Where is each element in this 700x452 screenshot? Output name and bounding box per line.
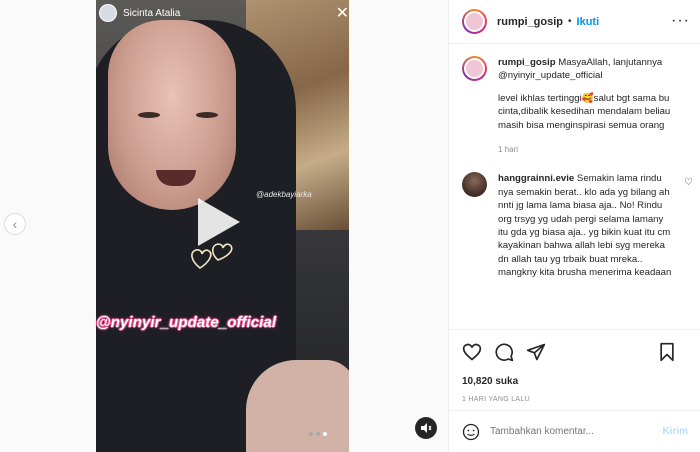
comment-composer: Kirim [449,410,700,452]
heart-icon[interactable] [462,342,482,362]
comment-item: hanggrainni.evie Semakin lama rindu nya … [462,172,693,279]
caption-time: 1 hari [498,145,519,155]
save-icon[interactable] [658,342,676,362]
header-username[interactable]: rumpi_gosip [497,16,563,28]
person-hand [246,360,349,452]
avatar[interactable] [462,9,487,34]
tag-overlay-text: @nyinyir_update_official [96,314,277,331]
story-header: Sicinta Atalia ✕ [96,0,349,26]
heart-icon[interactable]: ♡ [684,177,693,188]
comment-text: Semakin lama rindu nya semakin berat.. k… [498,173,672,279]
chevron-left-icon[interactable]: ‹ [4,213,26,235]
carousel-dot-active [323,432,327,436]
share-icon[interactable] [526,342,546,362]
story-author-name: Sicinta Atalia [123,7,181,19]
comments-list[interactable]: rumpi_gosip MasyaAllah, lanjutannya @nyi… [449,44,700,329]
comment-icon[interactable] [494,342,514,362]
post-button[interactable]: Kirim [662,426,688,437]
person-face [108,20,236,210]
follow-button[interactable]: Ikuti [577,16,600,28]
comment-username[interactable]: hanggrainni.evie [498,173,574,184]
post-actions: 10,820 suka 1 HARI YANG LALU [449,329,700,403]
watermark-text: @adekbayiarka [256,190,312,199]
like-count[interactable]: 10,820 suka [462,376,688,387]
caption-username[interactable]: rumpi_gosip [498,57,556,68]
heart-sticker-icon [191,243,233,269]
story-avatar [99,4,117,22]
comment-input[interactable] [490,426,663,437]
close-icon: ✕ [335,5,349,22]
emoji-icon[interactable] [462,423,480,441]
sound-icon[interactable] [415,417,437,439]
carousel-dots [309,432,327,436]
post-time: 1 HARI YANG LALU [462,396,530,403]
caption: rumpi_gosip MasyaAllah, lanjutannya @nyi… [462,56,691,156]
caption-line-2: level ikhlas tertinggi🥰salut bgt sama bu… [498,92,671,131]
carousel-dot [309,432,313,436]
story-video[interactable]: Sicinta Atalia ✕ @adekbayiarka [96,0,349,452]
more-icon[interactable]: ··· [671,12,690,30]
caption-avatar[interactable] [462,56,487,81]
post-header: rumpi_gosip • Ikuti ··· [449,0,700,44]
post-panel: rumpi_gosip • Ikuti ··· rumpi_gosip Masy… [448,0,700,452]
header-separator: • [568,16,572,27]
carousel-dot [316,432,320,436]
comment-avatar[interactable] [462,172,487,198]
